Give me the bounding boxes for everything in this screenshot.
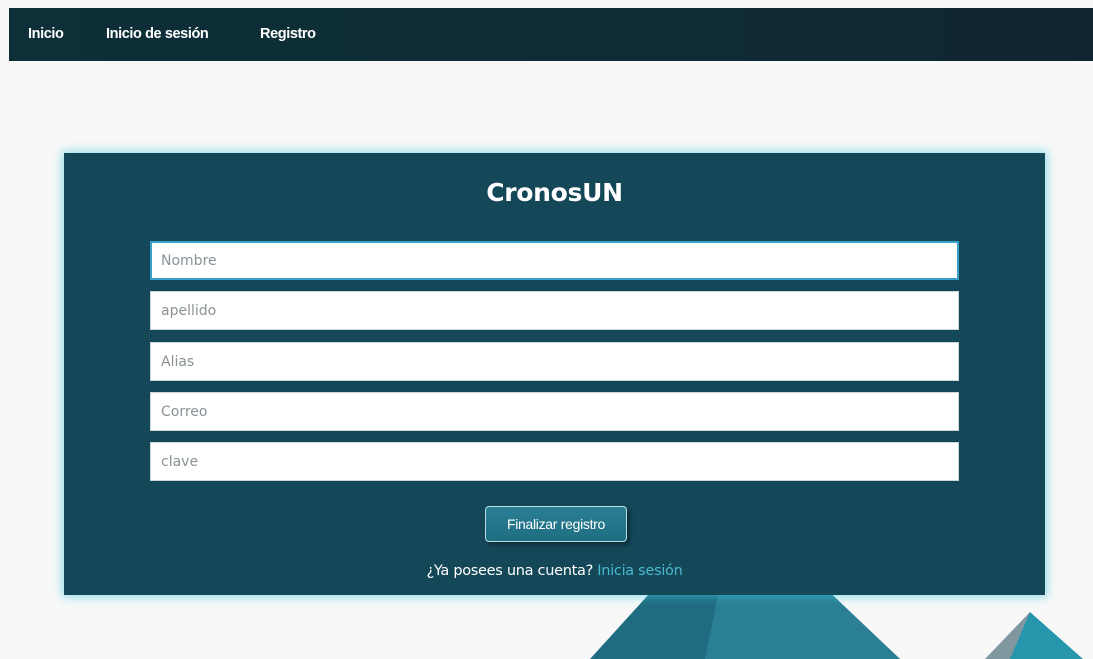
account-prompt-line: ¿Ya posees una cuenta? Inicia sesión — [64, 563, 1045, 579]
clave-input[interactable] — [150, 442, 959, 481]
registration-card: CronosUN Finalizar registro ¿Ya posees u… — [64, 153, 1045, 595]
nav-link-inicio-sesion[interactable]: Inicio de sesión — [106, 26, 209, 42]
nombre-input[interactable] — [150, 241, 959, 280]
top-navbar: Inicio Inicio de sesión Registro — [9, 8, 1093, 61]
account-prompt-text: ¿Ya posees una cuenta? — [426, 563, 593, 579]
mountain-small-teal — [1010, 612, 1083, 659]
nav-link-registro[interactable]: Registro — [260, 26, 316, 42]
nav-link-inicio[interactable]: Inicio — [28, 26, 64, 42]
alias-input[interactable] — [150, 342, 959, 381]
card-title: CronosUN — [486, 178, 623, 207]
finalizar-registro-button[interactable]: Finalizar registro — [485, 506, 627, 542]
inicia-sesion-link[interactable]: Inicia sesión — [597, 563, 683, 579]
apellido-input[interactable] — [150, 291, 959, 330]
correo-input[interactable] — [150, 392, 959, 431]
mountain-small-gray — [985, 612, 1030, 659]
